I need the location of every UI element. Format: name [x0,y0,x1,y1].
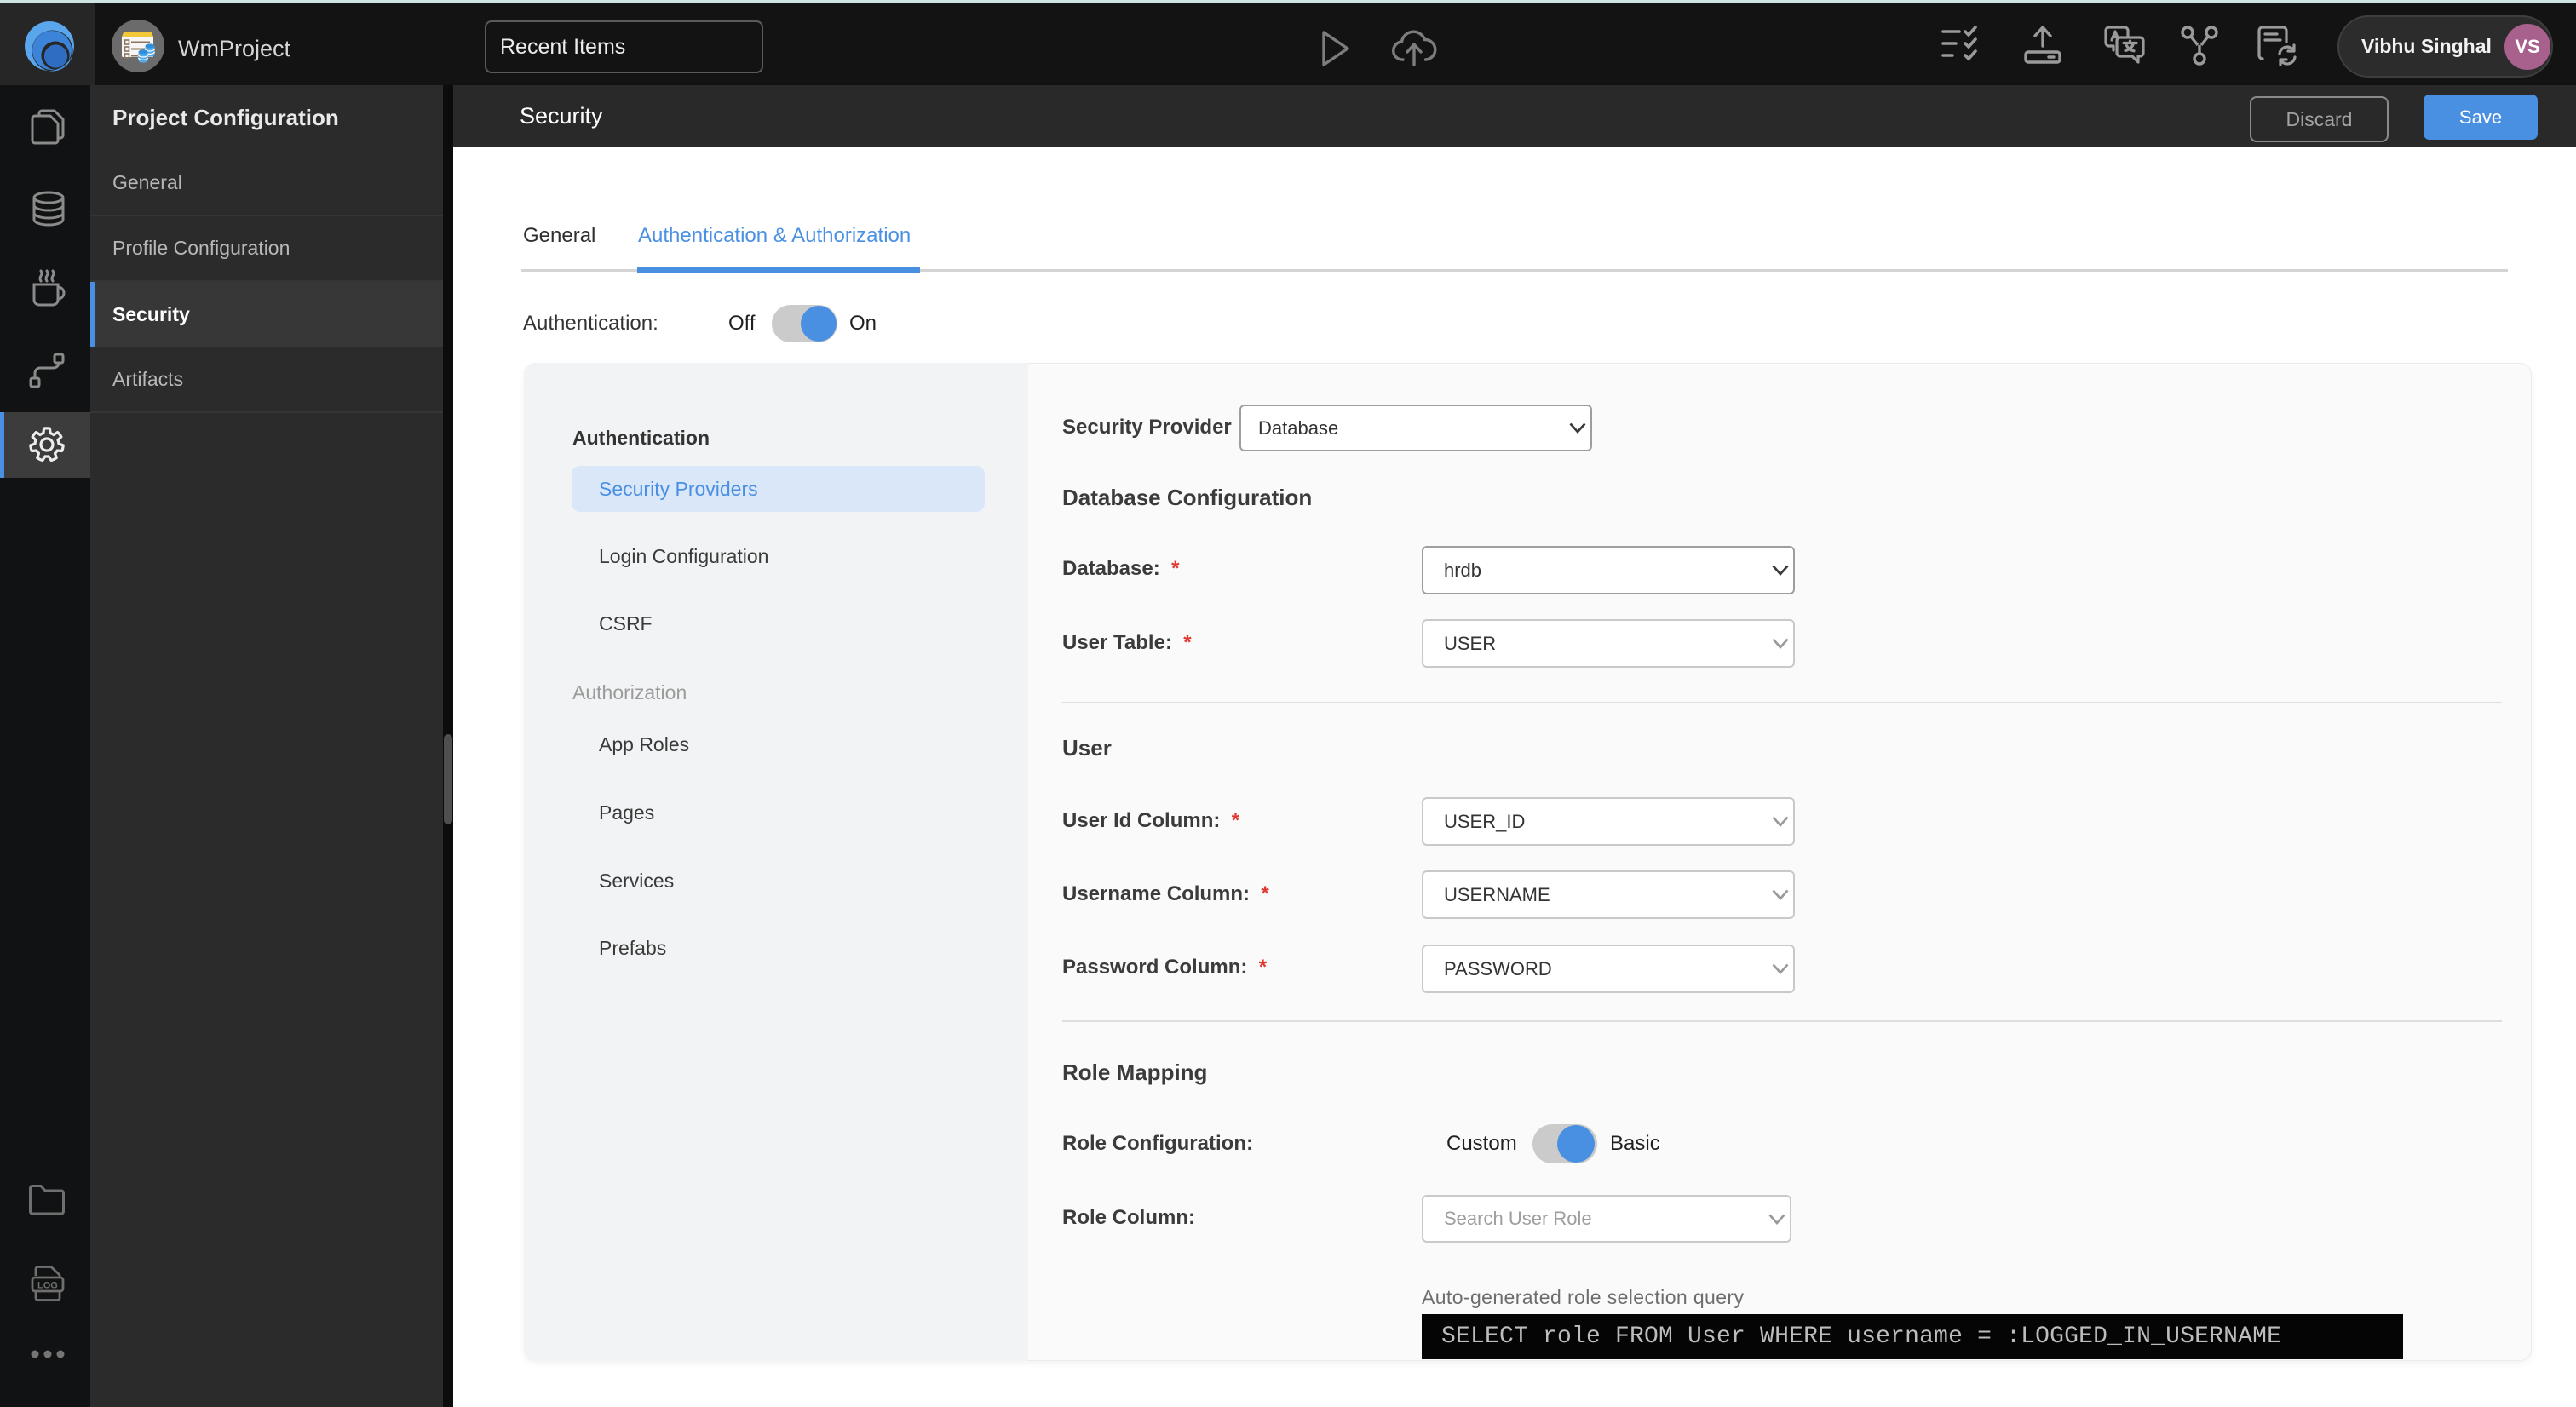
svg-text:LOG: LOG [37,1281,58,1291]
